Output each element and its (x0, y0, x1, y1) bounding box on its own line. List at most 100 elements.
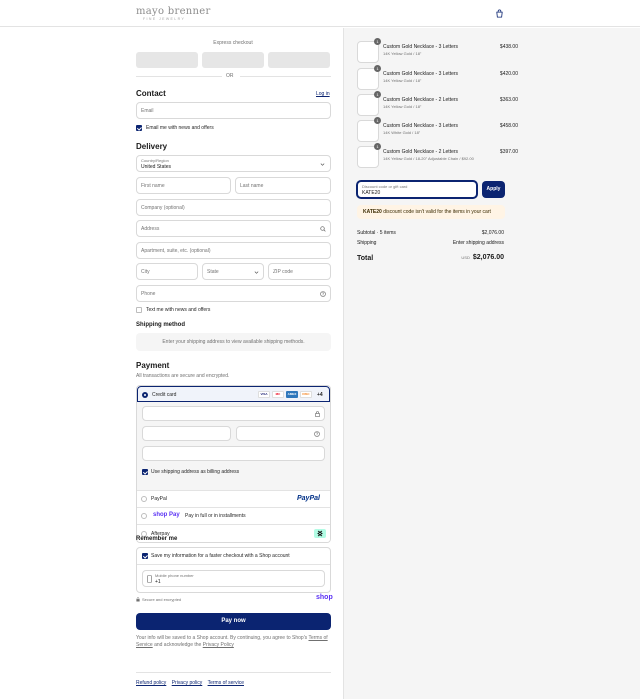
country-select[interactable]: Country/Region United States (136, 155, 331, 172)
product-name: Custom Gold Necklace - 3 Letters (383, 44, 459, 50)
visa-icon: VISA (258, 391, 270, 398)
product-price: $363.00 (499, 97, 518, 103)
country-value: United States (141, 164, 172, 170)
checkout-form: Express checkout OR Contact Log in Email… (0, 28, 343, 699)
shipping-notice-text: Enter your shipping address to view avai… (162, 339, 305, 345)
country-label: Country/Region (141, 158, 169, 163)
save-info-checkbox[interactable] (142, 553, 148, 559)
pay-now-button[interactable]: Pay now (136, 613, 331, 630)
footer-privacy-link[interactable]: Privacy policy (172, 680, 203, 686)
chevron-down-icon (254, 271, 259, 274)
footer-links: Refund policy Privacy policy Terms of se… (136, 680, 248, 686)
apply-discount-button[interactable]: Apply (482, 181, 505, 198)
last-name-placeholder: Last name (240, 183, 264, 189)
phone-placeholder: Phone (141, 291, 156, 297)
first-name-field[interactable]: First name (136, 177, 231, 194)
quantity-badge: 1 (374, 65, 381, 72)
company-field[interactable]: Company (optional) (136, 199, 331, 216)
credit-card-radio[interactable] (142, 392, 148, 398)
cart-item: 1 Custom Gold Necklace - 3 Letters 14K W… (357, 117, 518, 142)
billing-same-label: Use shipping address as billing address (151, 469, 240, 475)
text-news-label: Text me with news and offers (146, 307, 211, 313)
credit-card-option[interactable]: Credit card VISA MC AMEX DISC +4 (137, 386, 330, 402)
email-field[interactable]: Email (136, 102, 331, 119)
shoppay-logo: shop Pay (153, 512, 180, 518)
product-name: Custom Gold Necklace - 3 Letters (383, 123, 459, 129)
shipping-heading: Shipping method (136, 322, 185, 328)
total-label: Total (357, 255, 374, 262)
zip-field[interactable]: ZIP code (268, 263, 331, 280)
privacy-policy-link[interactable]: Privacy Policy (203, 642, 234, 648)
state-select[interactable]: State (202, 263, 264, 280)
state-placeholder: State (207, 269, 219, 275)
divider-right (240, 76, 331, 77)
header: mayo brenner FINE JEWELRY (0, 0, 640, 27)
secure-text: Secure and encrypted (142, 597, 182, 602)
product-name: Custom Gold Necklace - 3 Letters (383, 71, 459, 77)
discount-error-banner: KATE20 discount code isn't valid for the… (357, 205, 505, 219)
discount-code-field[interactable]: Discount code or gift card KATE20 (357, 181, 477, 198)
card-number-field[interactable] (142, 406, 325, 421)
mobile-phone-label: Mobile phone number (155, 573, 194, 578)
product-price: $397.00 (499, 149, 518, 155)
store-logo[interactable]: mayo brenner (136, 6, 211, 17)
paypal-radio[interactable] (141, 496, 147, 502)
discount-code-value: KATE20 (362, 190, 381, 196)
city-field[interactable]: City (136, 263, 198, 280)
total-value: USD $2,076.00 (461, 254, 504, 261)
mobile-phone-value: +1 (155, 579, 161, 585)
login-link[interactable]: Log in (316, 91, 330, 97)
cart-item: 1 Custom Gold Necklace - 3 Letters 14K Y… (357, 38, 518, 63)
shopping-bag-icon[interactable] (495, 9, 504, 18)
news-checkbox[interactable] (136, 125, 142, 131)
discover-icon: DISC (300, 391, 312, 398)
city-placeholder: City (141, 269, 150, 275)
footer-terms-link[interactable]: Terms of service (208, 680, 244, 686)
express-button-3[interactable] (268, 52, 330, 68)
billing-same-checkbox[interactable] (142, 469, 148, 475)
shoppay-option[interactable]: shop Pay Pay in full or in installments (137, 507, 330, 524)
text-news-checkbox[interactable] (136, 307, 142, 313)
last-name-field[interactable]: Last name (235, 177, 331, 194)
news-label: Email me with news and offers (146, 125, 214, 131)
disclaimer-text: Your info will be saved to a Shop accoun… (136, 635, 308, 641)
product-price: $438.00 (499, 44, 518, 50)
product-name: Custom Gold Necklace - 2 Letters (383, 97, 459, 103)
product-price: $420.00 (499, 71, 518, 77)
expiration-field[interactable] (142, 426, 231, 441)
credit-card-label: Credit card (152, 392, 177, 398)
payment-subtitle: All transactions are secure and encrypte… (136, 373, 230, 379)
amex-icon: AMEX (286, 391, 298, 398)
shipping-notice: Enter your shipping address to view avai… (136, 333, 331, 351)
mobile-phone-icon (147, 575, 152, 583)
security-code-field[interactable] (236, 426, 325, 441)
chevron-down-icon (320, 163, 325, 166)
name-on-card-field[interactable] (142, 446, 325, 461)
question-circle-icon[interactable] (320, 291, 326, 297)
shipping-label: Shipping (357, 240, 377, 246)
shop-logo: shop (316, 594, 333, 601)
paypal-option[interactable]: PayPal PayPal (137, 490, 330, 507)
shoppay-radio[interactable] (141, 513, 147, 519)
remember-box: Save my information for a faster checkou… (136, 547, 331, 593)
refund-policy-link[interactable]: Refund policy (136, 680, 166, 686)
more-cards-badge: +4 (317, 392, 323, 398)
mastercard-icon: MC (272, 391, 284, 398)
mobile-phone-field[interactable]: Mobile phone number +1 (142, 570, 325, 587)
quantity-badge: 1 (374, 91, 381, 98)
discount-error-text: discount code isn't valid for the items … (383, 209, 491, 215)
cart-item: 1 Custom Gold Necklace - 2 Letters 14K Y… (357, 91, 518, 116)
footer-divider (136, 672, 331, 673)
apartment-field[interactable]: Apartment, suite, etc. (optional) (136, 242, 331, 259)
quantity-badge: 1 (374, 117, 381, 124)
product-name: Custom Gold Necklace - 2 Letters (383, 149, 459, 155)
search-icon (320, 226, 326, 232)
question-circle-icon[interactable] (314, 431, 320, 437)
express-button-1[interactable] (136, 52, 198, 68)
express-button-2[interactable] (202, 52, 264, 68)
email-placeholder: Email (141, 108, 154, 114)
address-field[interactable]: Address (136, 220, 331, 237)
lock-icon (136, 597, 140, 602)
phone-field[interactable]: Phone (136, 285, 331, 302)
disclaimer-middle: and acknowledge the (154, 642, 202, 648)
